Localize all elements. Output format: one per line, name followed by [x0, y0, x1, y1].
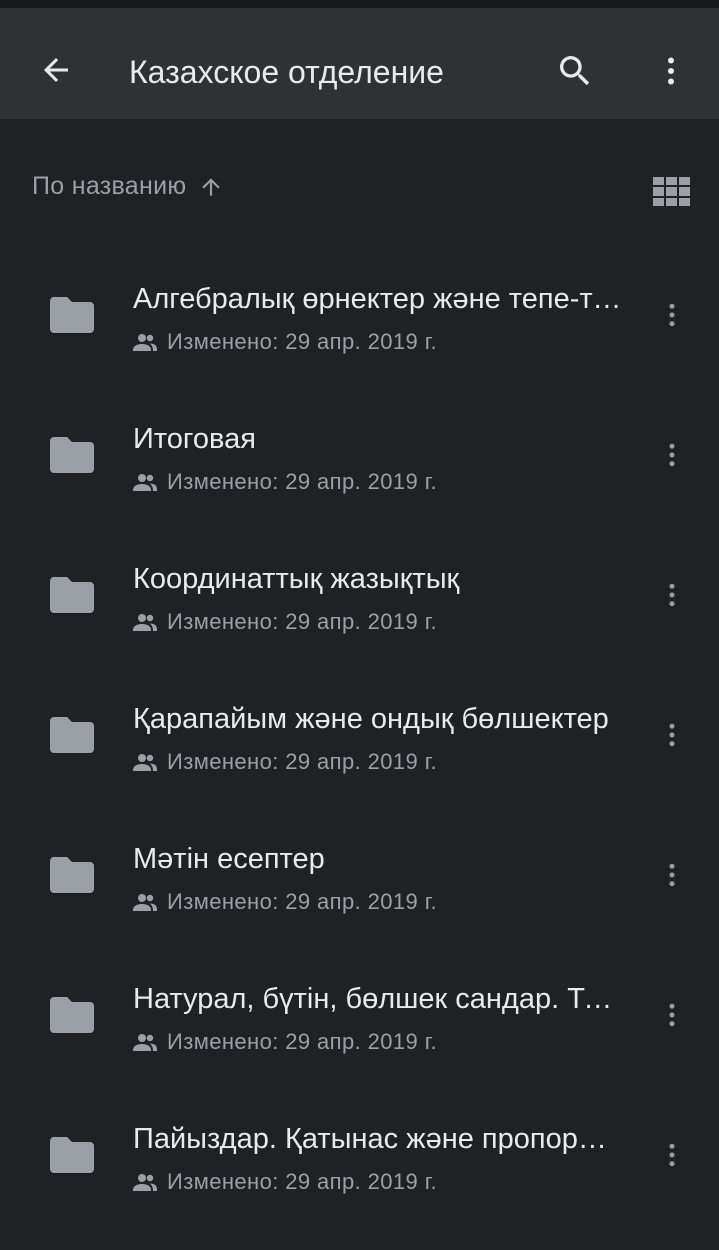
- modified-date: Изменено: 29 апр. 2019 г.: [167, 1029, 437, 1054]
- folder-list: Алгебралық өрнектер және тепе-теңдік Изм…: [0, 245, 719, 1225]
- folder-name: Мәтін есептер: [133, 843, 325, 875]
- shared-people-icon: [133, 334, 157, 351]
- folder-meta: Изменено: 29 апр. 2019 г.: [133, 469, 437, 495]
- folder-row[interactable]: Натурал, бүтін, бөлшек сандар. Теңдеулер…: [0, 945, 719, 1085]
- item-more-button[interactable]: [650, 431, 694, 479]
- folder-name: Алгебралық өрнектер және тепе-теңдік: [133, 283, 623, 315]
- more-vert-icon: [669, 1143, 675, 1167]
- shared-people-icon: [133, 474, 157, 491]
- search-icon: [560, 56, 590, 86]
- item-more-button[interactable]: [650, 851, 694, 899]
- folder-meta: Изменено: 29 апр. 2019 г.: [133, 1169, 437, 1195]
- folder-meta: Изменено: 29 апр. 2019 г.: [133, 329, 437, 355]
- shared-people-icon: [133, 894, 157, 911]
- folder-name: Натурал, бүтін, бөлшек сандар. Теңдеулер: [133, 983, 623, 1015]
- more-vert-icon: [669, 863, 675, 887]
- folder-meta: Изменено: 29 апр. 2019 г.: [133, 889, 437, 915]
- folder-meta: Изменено: 29 апр. 2019 г.: [133, 1029, 437, 1055]
- folder-row[interactable]: Алгебралық өрнектер және тепе-теңдік Изм…: [0, 245, 719, 385]
- page-title: Казахское отделение: [129, 54, 444, 90]
- folder-name: Пайыздар. Қатынас және пропорция: [133, 1123, 623, 1155]
- folder-icon: [50, 577, 94, 613]
- folder-icon: [50, 717, 94, 753]
- item-more-button[interactable]: [650, 991, 694, 1039]
- arrow-up-icon: [202, 177, 221, 196]
- modified-date: Изменено: 29 апр. 2019 г.: [167, 1169, 437, 1194]
- more-vert-icon: [669, 1003, 675, 1027]
- status-bar: [0, 0, 719, 8]
- more-vert-icon: [669, 723, 675, 747]
- sort-label: По названию: [32, 172, 187, 200]
- folder-row[interactable]: Қарапайым және ондық бөлшектер Изменено:…: [0, 665, 719, 805]
- folder-row[interactable]: Пайыздар. Қатынас және пропорция Изменен…: [0, 1085, 719, 1225]
- folder-meta: Изменено: 29 апр. 2019 г.: [133, 749, 437, 775]
- modified-date: Изменено: 29 апр. 2019 г.: [167, 749, 437, 774]
- view-toggle-button[interactable]: [650, 170, 694, 214]
- item-more-button[interactable]: [650, 571, 694, 619]
- shared-people-icon: [133, 1174, 157, 1191]
- folder-meta: Изменено: 29 апр. 2019 г.: [133, 609, 437, 635]
- modified-date: Изменено: 29 апр. 2019 г.: [167, 889, 437, 914]
- folder-icon: [50, 997, 94, 1033]
- item-more-button[interactable]: [650, 711, 694, 759]
- overflow-menu-button[interactable]: [648, 44, 694, 98]
- folder-name: Қарапайым және ондық бөлшектер: [133, 703, 609, 735]
- arrow-back-icon: [44, 58, 68, 82]
- folder-name: Итоговая: [133, 423, 256, 455]
- more-vert-icon: [669, 303, 675, 327]
- shared-people-icon: [133, 754, 157, 771]
- more-vert-icon: [669, 583, 675, 607]
- back-button[interactable]: [28, 42, 84, 98]
- more-vert-icon: [669, 443, 675, 467]
- folder-icon: [50, 297, 94, 333]
- folder-icon: [50, 437, 94, 473]
- shared-people-icon: [133, 1034, 157, 1051]
- modified-date: Изменено: 29 апр. 2019 г.: [167, 469, 437, 494]
- item-more-button[interactable]: [650, 291, 694, 339]
- shared-people-icon: [133, 614, 157, 631]
- folder-row[interactable]: Координаттық жазықтық Изменено: 29 апр. …: [0, 525, 719, 665]
- grid-view-icon: [653, 177, 690, 206]
- folder-row[interactable]: Мәтін есептер Изменено: 29 апр. 2019 г.: [0, 805, 719, 945]
- modified-date: Изменено: 29 апр. 2019 г.: [167, 609, 437, 634]
- modified-date: Изменено: 29 апр. 2019 г.: [167, 329, 437, 354]
- folder-icon: [50, 857, 94, 893]
- more-vert-icon: [668, 57, 674, 85]
- item-more-button[interactable]: [650, 1131, 694, 1179]
- sort-bar: По названию: [0, 160, 719, 216]
- app-bar: Казахское отделение: [0, 8, 719, 119]
- sort-button[interactable]: По названию: [32, 172, 224, 201]
- folder-icon: [50, 1137, 94, 1173]
- search-button[interactable]: [548, 44, 602, 98]
- folder-name: Координаттық жазықтық: [133, 563, 460, 595]
- folder-row[interactable]: Итоговая Изменено: 29 апр. 2019 г.: [0, 385, 719, 525]
